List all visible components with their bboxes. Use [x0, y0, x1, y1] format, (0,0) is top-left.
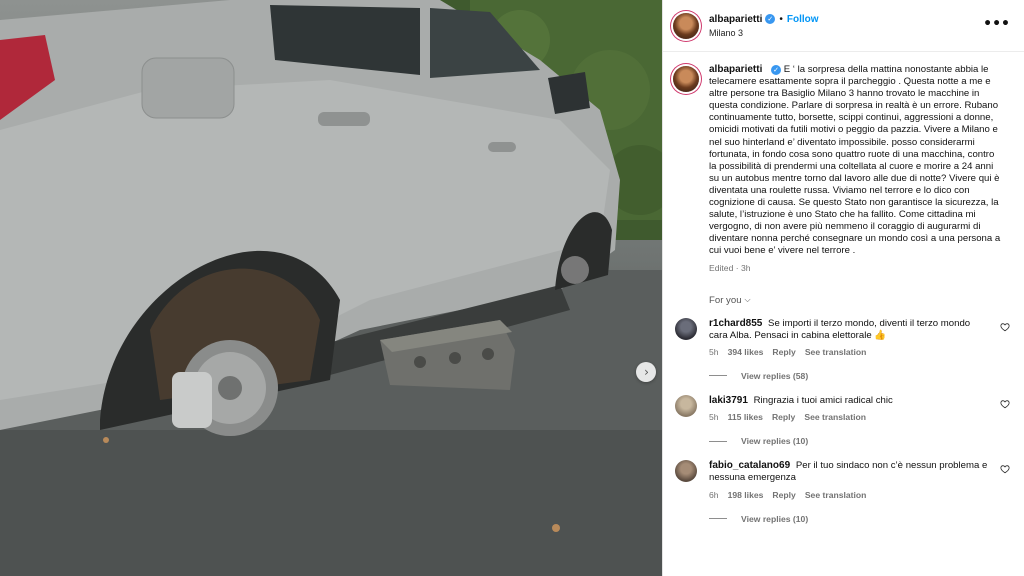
- author-avatar[interactable]: [673, 66, 699, 92]
- reply-button[interactable]: Reply: [772, 347, 795, 357]
- comment-likes[interactable]: 115 likes: [728, 412, 763, 422]
- next-photo-button[interactable]: ›: [636, 362, 656, 382]
- replies-divider: [709, 518, 727, 520]
- post-side-panel: albaparietti ✓ • Follow Milano 3 ••• alb…: [662, 0, 1024, 576]
- comment-likes[interactable]: 394 likes: [728, 347, 764, 357]
- chevron-down-icon: ⌵: [744, 295, 751, 304]
- car-photo-illustration: [0, 0, 662, 576]
- replies-divider: [709, 440, 727, 442]
- caption: albaparietti ✓ E ‘ la sorpresa della mat…: [673, 64, 1012, 273]
- commenter-username[interactable]: r1chard855: [709, 318, 762, 329]
- commenter-avatar[interactable]: [675, 394, 697, 417]
- commenter-avatar[interactable]: [675, 460, 697, 483]
- separator-dot: •: [779, 13, 783, 25]
- edited-timestamp: Edited · 3h: [709, 262, 751, 273]
- view-replies-button[interactable]: View replies (10): [709, 436, 1012, 446]
- post-location[interactable]: Milano 3: [709, 28, 819, 38]
- follow-button[interactable]: Follow: [787, 14, 819, 25]
- view-replies-button[interactable]: View replies (10): [709, 514, 1012, 524]
- comment-time: 6h: [709, 489, 719, 500]
- reply-button[interactable]: Reply: [772, 412, 795, 422]
- verified-badge-icon: ✓: [765, 14, 776, 24]
- verified-badge-icon: ✓: [771, 65, 782, 76]
- view-replies-label: View replies (10): [741, 513, 809, 524]
- comment-item: fabio_catalano69 Per il tuo sindaco non …: [673, 460, 1012, 500]
- more-options-icon[interactable]: •••: [983, 16, 1010, 32]
- comment-item: r1chard855 Se importi il terzo mondo, di…: [673, 317, 1012, 357]
- commenter-username[interactable]: laki3791: [709, 395, 748, 406]
- comment-sort-dropdown[interactable]: For you ⌵: [709, 295, 1012, 306]
- view-replies-label: View replies (10): [741, 436, 809, 447]
- post-header: albaparietti ✓ • Follow Milano 3 •••: [663, 0, 1024, 52]
- see-translation-button[interactable]: See translation: [805, 490, 867, 500]
- see-translation-button[interactable]: See translation: [804, 412, 866, 422]
- heart-icon[interactable]: [1000, 322, 1010, 332]
- author-avatar[interactable]: [673, 12, 699, 39]
- comment-sort-label: For you: [709, 294, 742, 306]
- comment-time: 5h: [709, 412, 719, 423]
- caption-username[interactable]: albaparietti: [709, 64, 762, 75]
- author-username[interactable]: albaparietti: [709, 14, 762, 25]
- reply-button[interactable]: Reply: [772, 490, 795, 500]
- commenter-avatar[interactable]: [675, 317, 697, 340]
- heart-icon[interactable]: [1000, 399, 1010, 409]
- post-photo: ›: [0, 0, 662, 576]
- comments-scroll-area[interactable]: albaparietti ✓ E ‘ la sorpresa della mat…: [663, 52, 1024, 524]
- caption-text: E ‘ la sorpresa della mattina nonostante…: [709, 64, 1001, 257]
- commenter-username[interactable]: fabio_catalano69: [709, 460, 790, 471]
- heart-icon[interactable]: [1000, 464, 1010, 474]
- comment-time: 5h: [709, 346, 719, 357]
- chevron-right-icon: ›: [644, 365, 649, 379]
- see-translation-button[interactable]: See translation: [805, 347, 867, 357]
- comment-text: Ringrazia i tuoi amici radical chic: [753, 394, 893, 406]
- view-replies-button[interactable]: View replies (58): [709, 371, 1012, 381]
- replies-divider: [709, 375, 727, 377]
- comment-item: laki3791 Ringrazia i tuoi amici radical …: [673, 394, 1012, 423]
- comment-likes[interactable]: 198 likes: [728, 490, 764, 500]
- view-replies-label: View replies (58): [741, 370, 809, 381]
